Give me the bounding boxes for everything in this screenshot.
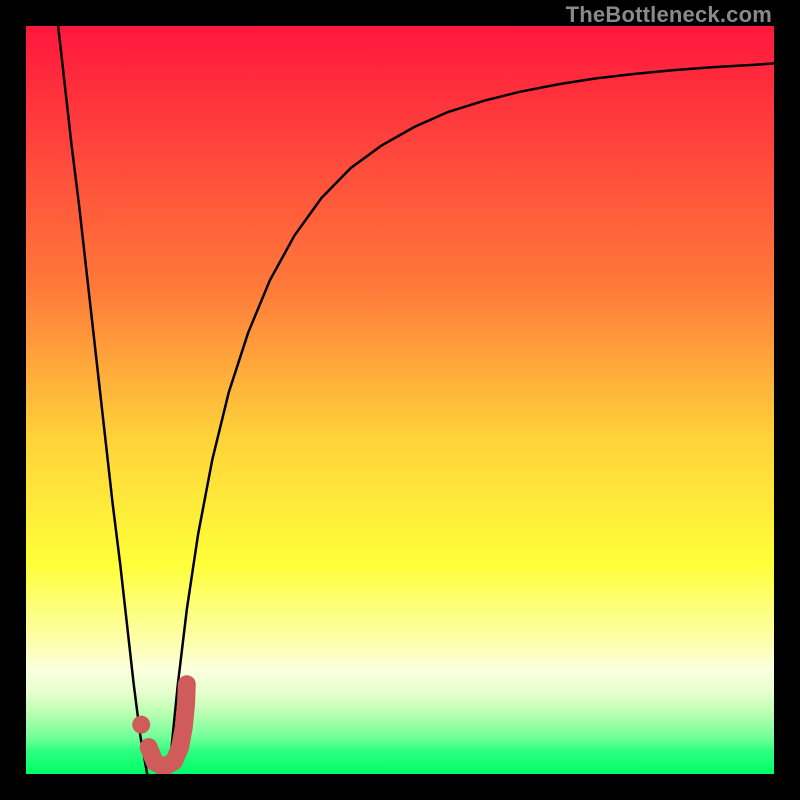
- j-marker-dot: [132, 716, 150, 734]
- gradient-background: [26, 26, 774, 774]
- watermark-label: TheBottleneck.com: [566, 2, 772, 28]
- chart-svg: [26, 26, 774, 774]
- plot-area: [26, 26, 774, 774]
- chart-frame: TheBottleneck.com: [0, 0, 800, 800]
- marker-layer: [132, 716, 150, 734]
